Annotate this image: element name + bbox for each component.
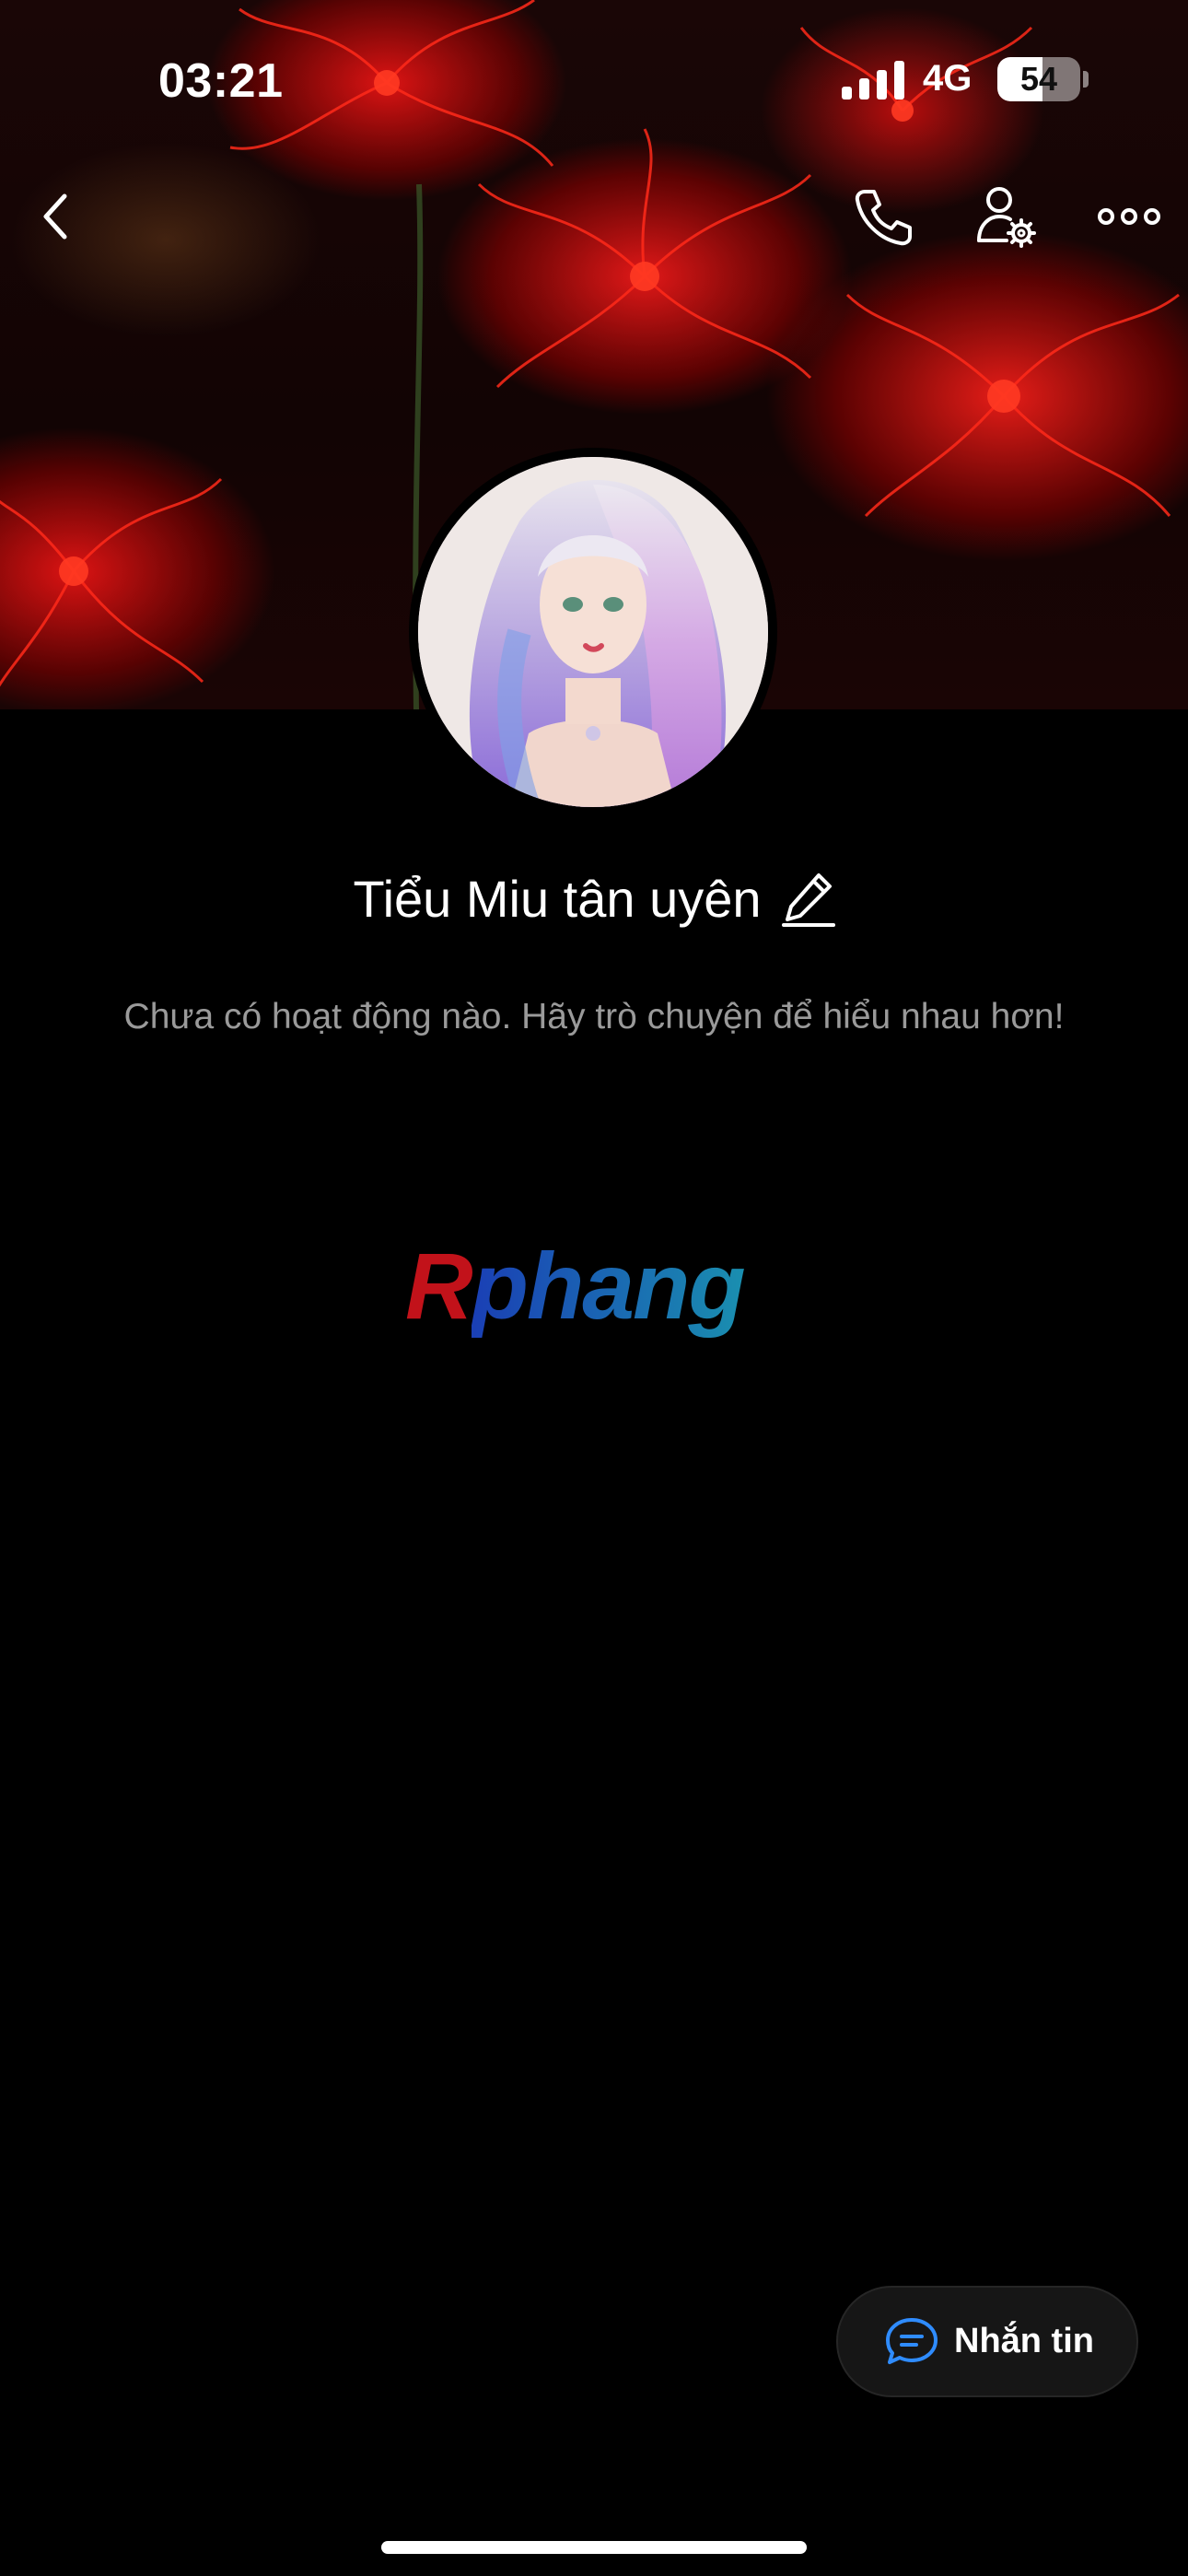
avatar-illustration	[418, 457, 768, 807]
profile-name: Tiểu Miu tân uyên	[353, 869, 762, 928]
phone-icon	[855, 190, 912, 246]
status-bar: 03:21 4G 54	[0, 0, 1188, 157]
avatar[interactable]	[409, 448, 777, 816]
more-icon	[1098, 208, 1160, 225]
home-indicator[interactable]	[381, 2541, 807, 2554]
profile-settings-icon	[977, 187, 1036, 248]
watermark-letter-1: R	[405, 1234, 473, 1339]
profile-screen: 03:21 4G 54 Tiểu Miu tân uyên Chưa có ho…	[0, 0, 1188, 2576]
pencil-icon[interactable]	[781, 870, 835, 927]
profile-settings-button[interactable]	[970, 180, 1043, 253]
chat-bubble-icon	[886, 2317, 938, 2364]
battery-icon: 54	[997, 57, 1080, 101]
signal-icon	[842, 61, 904, 100]
message-button-label: Nhắn tin	[954, 2322, 1094, 2360]
profile-name-row: Tiểu Miu tân uyên	[0, 866, 1188, 931]
message-button[interactable]: Nhắn tin	[836, 2286, 1138, 2397]
watermark-logo: Rphang	[405, 1233, 792, 1339]
status-time: 03:21	[158, 54, 284, 108]
avatar-image	[418, 457, 768, 807]
back-icon	[43, 193, 67, 240]
empty-activity-message: Chưa có hoạt động nào. Hãy trò chuyện để…	[123, 997, 1065, 1036]
back-button[interactable]	[18, 180, 92, 253]
watermark-letters-rest: phang	[471, 1234, 746, 1339]
battery-cap	[1083, 71, 1089, 88]
battery-level: 54	[1019, 60, 1058, 98]
network-type: 4G	[923, 58, 973, 99]
call-button[interactable]	[847, 180, 921, 253]
more-button[interactable]	[1092, 180, 1166, 253]
